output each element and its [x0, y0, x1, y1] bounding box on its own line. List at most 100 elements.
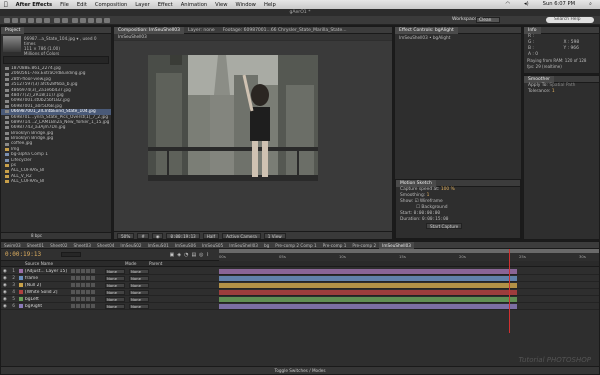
- layer-row[interactable]: ◉ 6 bgRight None None: [1, 303, 219, 310]
- project-search-input[interactable]: [3, 56, 109, 64]
- tab-layer[interactable]: Layer: none: [184, 27, 219, 34]
- layer-row[interactable]: ◉ 3 [Null 2] None None: [1, 282, 219, 289]
- tab-footage[interactable]: Footage: 60987001...66 Chrysler_State_Ma…: [219, 27, 349, 34]
- timeline-tab[interactable]: ImSeuS05: [199, 242, 226, 249]
- layer-row[interactable]: ◉ 1 [Adjust... Layer 15] None None: [1, 268, 219, 275]
- camera-select[interactable]: Active Camera: [222, 232, 261, 239]
- timeline-tab[interactable]: ImSeuS02: [117, 242, 144, 249]
- layer-row[interactable]: ◉ 4 [White Solid 2] None None: [1, 289, 219, 296]
- timeline-tab[interactable]: Sheet01: [24, 242, 47, 249]
- layer-mode-select[interactable]: None: [105, 296, 125, 302]
- layer-switches[interactable]: [71, 304, 101, 308]
- draft-3d-icon[interactable]: ◈: [177, 252, 181, 258]
- text-tool-icon[interactable]: [72, 18, 78, 23]
- layer-name[interactable]: bgLeft: [25, 297, 71, 302]
- layer-mode-select[interactable]: None: [105, 282, 125, 288]
- apple-icon[interactable]: : [0, 1, 12, 8]
- layer-parent-select[interactable]: None: [129, 268, 149, 274]
- rotate-tool-icon[interactable]: [28, 18, 34, 23]
- timeline-tab[interactable]: Pre-comp 1: [320, 242, 350, 249]
- tab-project[interactable]: Project: [1, 26, 25, 34]
- pan-behind-tool-icon[interactable]: [44, 18, 50, 23]
- layer-label-color[interactable]: [19, 297, 23, 301]
- comp-viewer[interactable]: [114, 41, 392, 231]
- timeline-tab[interactable]: ImSeuS01: [145, 242, 172, 249]
- menu-layer[interactable]: Layer: [131, 2, 153, 8]
- timeline-tab[interactable]: Swim03: [1, 242, 24, 249]
- layer-duration-bar[interactable]: [219, 269, 517, 274]
- layer-mode-select[interactable]: None: [105, 268, 125, 274]
- frame-blending-icon[interactable]: ▤: [191, 252, 196, 258]
- layer-mode-select[interactable]: None: [105, 275, 125, 281]
- layer-label-color[interactable]: [19, 290, 23, 294]
- layer-duration-bar[interactable]: [219, 290, 517, 295]
- layer-switches[interactable]: [71, 269, 101, 273]
- tab-motion-sketch[interactable]: Motion Sketch: [396, 179, 436, 187]
- selection-tool-icon[interactable]: [4, 18, 10, 23]
- layer-switches[interactable]: [71, 283, 101, 287]
- layer-label-color[interactable]: [19, 276, 23, 280]
- timeline-tab[interactable]: Sheet02: [47, 242, 70, 249]
- comp-subtab[interactable]: ImSeuShell03: [114, 34, 392, 40]
- layer-duration-bar[interactable]: [219, 304, 517, 309]
- snapshot-icon[interactable]: ◉: [151, 232, 164, 239]
- tab-effect-controls[interactable]: Effect Controls: bgAlight: [395, 26, 458, 34]
- app-menu[interactable]: After Effects: [12, 2, 57, 8]
- menu-animation[interactable]: Animation: [177, 2, 211, 8]
- layer-name[interactable]: [Adjust... Layer 15]: [25, 269, 71, 274]
- grid-button[interactable]: #: [137, 232, 149, 239]
- timeline-timecode[interactable]: 0:00:19:13: [1, 251, 61, 258]
- layer-switches[interactable]: [71, 297, 101, 301]
- column-mode[interactable]: Mode: [125, 261, 149, 266]
- layer-row[interactable]: ◉ 2 frame None None: [1, 275, 219, 282]
- start-capture-button[interactable]: Start Capture: [426, 223, 463, 229]
- views-select[interactable]: 1 View: [263, 232, 286, 239]
- resolution-select[interactable]: Half: [202, 232, 220, 239]
- motion-blur-icon[interactable]: ◎: [199, 252, 203, 258]
- layer-label-color[interactable]: [19, 269, 23, 273]
- puppet-tool-icon[interactable]: [104, 18, 110, 23]
- menu-effect[interactable]: Effect: [154, 2, 177, 8]
- layer-duration-bar[interactable]: [219, 283, 517, 288]
- mask-tool-icon[interactable]: [54, 18, 60, 23]
- timeline-tab[interactable]: Sheet04: [94, 242, 117, 249]
- tab-info[interactable]: Info: [524, 26, 541, 34]
- layer-parent-select[interactable]: None: [129, 296, 149, 302]
- workspace-select[interactable]: Clean: [476, 17, 500, 23]
- clock[interactable]: Sun 6:07 PM: [539, 1, 579, 8]
- wifi-icon[interactable]: ◠: [502, 1, 515, 8]
- menu-view[interactable]: View: [211, 2, 231, 8]
- smoothing-value[interactable]: 1: [427, 193, 430, 198]
- wireframe-checkbox[interactable]: ☑: [415, 199, 419, 204]
- time-ruler[interactable]: 00s 05s 10s 15s 20s 25s 30s: [219, 249, 599, 261]
- layer-name[interactable]: [Null 2]: [25, 283, 71, 288]
- zoom-select[interactable]: 50%: [117, 232, 135, 239]
- layer-duration-bar[interactable]: [219, 297, 517, 302]
- layer-name[interactable]: bgRight: [25, 304, 71, 309]
- menu-composition[interactable]: Composition: [91, 2, 131, 8]
- layer-row[interactable]: ◉ 5 bgLeft None None: [1, 296, 219, 303]
- menu-window[interactable]: Window: [231, 2, 259, 8]
- column-parent[interactable]: Parent: [149, 261, 173, 266]
- bpc-label[interactable]: 8 bpc: [31, 233, 42, 238]
- timeline-tab[interactable]: bg: [261, 242, 272, 249]
- camera-tool-icon[interactable]: [36, 18, 42, 23]
- comp-mini-flowchart-icon[interactable]: ▣: [169, 252, 174, 258]
- volume-icon[interactable]: ◂): [520, 1, 533, 8]
- zoom-tool-icon[interactable]: [20, 18, 26, 23]
- layer-switches[interactable]: [71, 290, 101, 294]
- layer-mode-select[interactable]: None: [105, 289, 125, 295]
- timeline-tab[interactable]: Pre-comp 2 Comp 1: [272, 242, 319, 249]
- timeline-tab[interactable]: ImSeuShell03: [379, 241, 414, 249]
- spotlight-icon[interactable]: ⌕: [585, 1, 596, 8]
- tolerance-value[interactable]: 1: [552, 89, 555, 94]
- toggle-switches-modes-button[interactable]: Toggle Switches / Modes: [274, 368, 325, 373]
- background-checkbox[interactable]: ☐: [416, 205, 420, 210]
- menu-help[interactable]: Help: [260, 2, 280, 8]
- layer-parent-select[interactable]: None: [129, 275, 149, 281]
- layer-name[interactable]: frame: [25, 276, 71, 281]
- layer-name[interactable]: [White Solid 2]: [25, 290, 71, 295]
- timeline-tab[interactable]: ImSeuShell03: [226, 242, 261, 249]
- eraser-tool-icon[interactable]: [96, 18, 102, 23]
- layer-parent-select[interactable]: None: [129, 282, 149, 288]
